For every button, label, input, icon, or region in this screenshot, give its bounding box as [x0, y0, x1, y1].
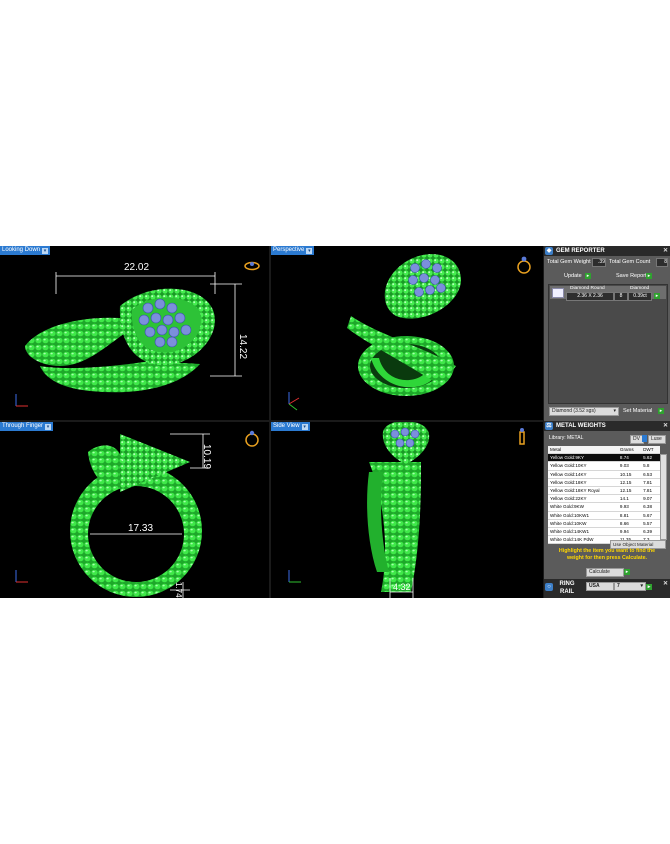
save-report-label: Save Report: [616, 273, 647, 279]
dim-bottom: 1.74: [174, 582, 183, 598]
axis-gizmo-icon: [288, 570, 301, 583]
ring-view-icon[interactable]: [244, 261, 260, 271]
library-label: Library: METAL: [549, 435, 584, 441]
chevron-down-icon[interactable]: ▾: [301, 423, 308, 430]
chevron-down-icon[interactable]: ▾: [306, 247, 313, 254]
dim-diameter: 17.33: [128, 523, 153, 534]
chevron-down-icon: ▾: [613, 408, 616, 414]
viewport-label[interactable]: Looking Down ▾: [0, 246, 51, 255]
close-icon[interactable]: ✕: [663, 421, 668, 431]
ring-view-icon[interactable]: [519, 428, 525, 445]
gem-icon: ◆: [545, 247, 553, 255]
axis-gizmo-icon: [15, 394, 28, 407]
ring-size-select[interactable]: 7 ▾: [614, 582, 646, 591]
scale-icon: ⚖: [545, 422, 553, 430]
total-gem-weight-label: Total Gem Weight: [547, 259, 591, 265]
ring-render-perspective: [288, 254, 531, 411]
cad-application: 22.02 14.22 Looking Down ▾ Perspective ▾…: [0, 246, 670, 598]
ring-view-icon[interactable]: [245, 430, 259, 447]
ring-view-icon[interactable]: [517, 256, 531, 274]
calculate-hint: Highlight the item you want to find the …: [558, 548, 656, 561]
table-row[interactable]: Yellow Gold:18KY 12.15 7.81: [548, 478, 660, 487]
viewport-perspective[interactable]: Perspective ▾: [271, 246, 543, 420]
unit-luse-toggle[interactable]: Luse: [648, 435, 666, 444]
scrollbar[interactable]: [660, 454, 667, 540]
set-material-button[interactable]: ▸: [658, 408, 664, 414]
ring-icon: ○: [545, 583, 553, 591]
table-row[interactable]: White Gold:10KW1 8.81 5.67: [548, 511, 660, 520]
table-row[interactable]: White Gold:9KW 9.93 6.38: [548, 502, 660, 512]
metal-weights-table: Metal Grams DWT Yellow Gold:9KY 8.74 5.62 Y…: [548, 446, 660, 545]
ring-rail-header[interactable]: ○ RING RAIL USA 7 ▾ ▸ ✕: [544, 579, 670, 598]
chevron-down-icon: ▾: [640, 583, 643, 589]
table-row[interactable]: Yellow Gold:10KY 9.03 5.8: [548, 461, 660, 471]
gem-reporter-header[interactable]: ◆ GEM REPORTER ✕: [544, 246, 670, 256]
axis-gizmo-icon: [288, 392, 300, 411]
calculate-button[interactable]: ▸: [624, 569, 630, 575]
ring-render-top: 22.02 14.22: [15, 261, 260, 407]
table-header-row: Metal Grams DWT: [548, 446, 660, 455]
ring-render-front: 17.33 10.19 1.74: [15, 430, 259, 598]
gem-detail-button[interactable]: ▸: [654, 293, 660, 299]
ring-render-side: 4.32: [288, 422, 525, 598]
viewport-side-view[interactable]: 4.32 Side View ▾: [271, 422, 543, 598]
total-gem-count-value: 8: [656, 258, 668, 267]
viewport-through-finger[interactable]: 17.33 10.19 1.74 Through Finger ▾: [0, 422, 269, 598]
table-row[interactable]: Yellow Gold:9KY 8.74 5.62: [548, 453, 660, 463]
chevron-down-icon[interactable]: ▾: [42, 247, 49, 254]
axis-gizmo-icon: [15, 570, 28, 583]
dim-height: 14.22: [237, 334, 248, 359]
close-icon[interactable]: ✕: [663, 579, 668, 589]
gem-list-item[interactable]: Diamond Round Diamond 2.36 X 2.36 8 0.39…: [550, 286, 666, 301]
dim-height: 10.19: [201, 444, 212, 469]
calculate-field: Calculate: [586, 568, 624, 577]
metal-weights-header[interactable]: ⚖ METAL WEIGHTS ✕: [544, 421, 670, 431]
gem-list: Diamond Round Diamond 2.36 X 2.36 8 0.39…: [548, 284, 668, 404]
set-material-label: Set Material: [623, 408, 653, 414]
viewport-label[interactable]: Side View ▾: [271, 422, 310, 431]
close-icon[interactable]: ✕: [663, 246, 668, 256]
viewport-label[interactable]: Perspective ▾: [271, 246, 315, 255]
toggle-switch[interactable]: [642, 435, 647, 442]
total-gem-count-label: Total Gem Count: [609, 259, 651, 265]
table-row[interactable]: Yellow Gold:14KY 10.15 6.53: [548, 470, 660, 479]
total-gem-weight-value: .39: [592, 258, 606, 267]
viewport-looking-down[interactable]: 22.02 14.22 Looking Down ▾: [0, 246, 269, 420]
table-row[interactable]: Yellow Gold:22KY 14.1 9.07: [548, 494, 660, 504]
side-panel: ◆ GEM REPORTER ✕ Total Gem Weight .39 To…: [544, 246, 670, 598]
table-row[interactable]: White Gold:10KW 8.66 5.57: [548, 519, 660, 528]
diamond-thumbnail-icon: [552, 288, 564, 298]
save-report-button[interactable]: ▸: [646, 273, 652, 279]
dim-bottom: 4.32: [393, 582, 411, 592]
ring-size-system-select[interactable]: USA: [586, 582, 614, 591]
dim-width: 22.02: [124, 262, 149, 273]
viewport-label[interactable]: Through Finger ▾: [0, 422, 54, 431]
ring-rail-apply-button[interactable]: ▸: [646, 584, 652, 590]
table-row[interactable]: Yellow Gold:18KY Royal 12.15 7.81: [548, 486, 660, 496]
update-label: Update: [564, 273, 582, 279]
update-button[interactable]: ▸: [585, 273, 591, 279]
chevron-down-icon[interactable]: ▾: [45, 423, 52, 430]
table-row[interactable]: White Gold:14KW1 9.94 6.39: [548, 527, 660, 537]
material-select[interactable]: Diamond (3.52 sgs) ▾: [549, 407, 619, 416]
